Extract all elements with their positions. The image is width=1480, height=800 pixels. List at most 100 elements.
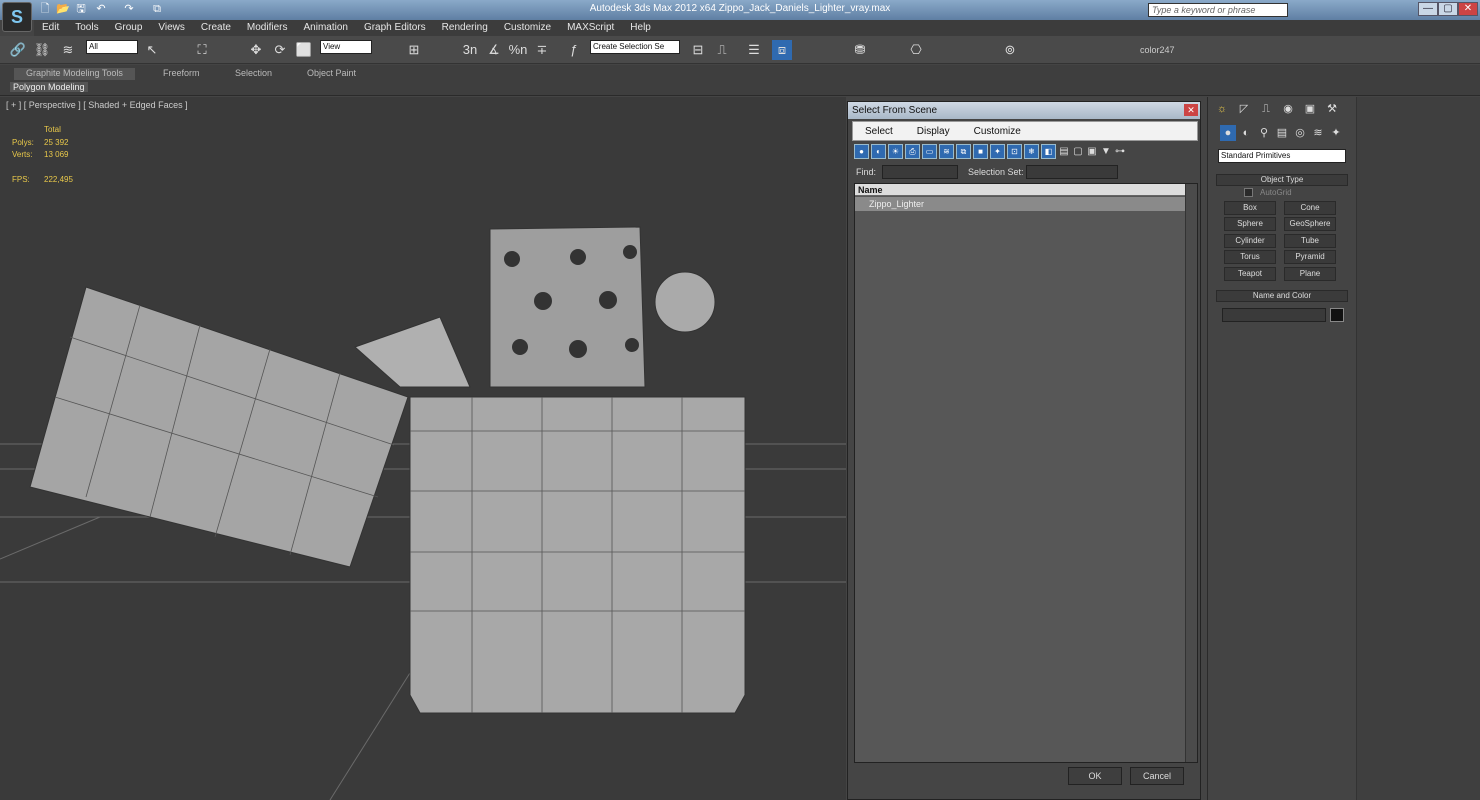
move-icon[interactable]: ✥ — [246, 40, 266, 60]
systems-icon[interactable]: ✦ — [1328, 125, 1344, 141]
display-tab-icon[interactable]: ▣ — [1302, 101, 1318, 117]
perspective-viewport[interactable]: [ + ] [ Perspective ] [ Shaded + Edged F… — [0, 97, 846, 800]
plane-button[interactable]: Plane — [1284, 267, 1336, 281]
project-folder-icon[interactable]: ⧉ — [150, 3, 164, 16]
display-bones-icon[interactable]: ✦ — [990, 144, 1005, 159]
select-object-icon[interactable]: ↖ — [142, 40, 162, 60]
display-geometry-icon[interactable]: ● — [854, 144, 869, 159]
helpers-icon[interactable]: ◎ — [1292, 125, 1308, 141]
select-none-icon[interactable]: ▢ — [1072, 144, 1084, 159]
utilities-tab-icon[interactable]: ⚒ — [1324, 101, 1340, 117]
menu-maxscript[interactable]: MAXScript — [559, 20, 622, 36]
open-file-icon[interactable]: 📂 — [56, 3, 70, 16]
display-helpers-icon[interactable]: ▭ — [922, 144, 937, 159]
dialog-close-icon[interactable]: ✕ — [1184, 104, 1198, 116]
edit-named-selection-icon[interactable]: ƒ — [564, 40, 584, 60]
bind-spacewarp-icon[interactable]: ≋ — [58, 40, 78, 60]
object-type-rollout[interactable]: Object Type — [1216, 174, 1348, 186]
snap-toggle-icon[interactable]: 3n — [460, 40, 480, 60]
tab-object-paint[interactable]: Object Paint — [307, 68, 356, 80]
geometry-icon[interactable]: ● — [1220, 125, 1236, 141]
ribbon-polygon-modeling[interactable]: Polygon Modeling — [10, 82, 88, 92]
ok-button[interactable]: OK — [1068, 767, 1122, 785]
menu-graph-editors[interactable]: Graph Editors — [356, 20, 434, 36]
hierarchy-tab-icon[interactable]: ⎍ — [1258, 101, 1274, 117]
geosphere-button[interactable]: GeoSphere — [1284, 217, 1336, 231]
lights-icon[interactable]: ⚲ — [1256, 125, 1272, 141]
menu-customize[interactable]: Customize — [496, 20, 559, 36]
menu-create[interactable]: Create — [193, 20, 239, 36]
named-selection-set-select[interactable]: Create Selection Se — [590, 40, 680, 54]
tab-freeform[interactable]: Freeform — [163, 68, 200, 80]
torus-button[interactable]: Torus — [1224, 250, 1276, 264]
spinner-snap-icon[interactable]: ∓ — [532, 40, 552, 60]
undo-icon[interactable]: ↶ — [94, 3, 108, 16]
app-logo-button[interactable]: S — [2, 2, 32, 32]
menu-group[interactable]: Group — [107, 20, 151, 36]
align-icon[interactable]: ⎍ — [712, 40, 732, 60]
teapot-button[interactable]: Teapot — [1224, 267, 1276, 281]
close-window-button[interactable]: ✕ — [1458, 2, 1478, 16]
menu-edit[interactable]: Edit — [34, 20, 67, 36]
selection-region-icon[interactable]: ⛶ — [192, 40, 212, 60]
display-containers-icon[interactable]: ⊡ — [1007, 144, 1022, 159]
column-header-name[interactable]: Name — [855, 184, 1185, 196]
cancel-button[interactable]: Cancel — [1130, 767, 1184, 785]
unlink-icon[interactable]: ⛓ — [32, 40, 52, 60]
create-tab-icon[interactable]: ☼ — [1214, 101, 1230, 117]
new-file-icon[interactable]: 🗋 — [38, 3, 52, 16]
sphere-button[interactable]: Sphere — [1224, 217, 1276, 231]
tab-graphite-modeling[interactable]: Graphite Modeling Tools — [14, 68, 135, 80]
scene-object-list[interactable]: Name Zippo_Lighter — [854, 183, 1198, 763]
save-file-icon[interactable]: 🖫 — [74, 3, 88, 16]
cylinder-button[interactable]: Cylinder — [1224, 234, 1276, 248]
maximize-button[interactable]: ▢ — [1438, 2, 1458, 16]
selection-filter-select[interactable]: All — [86, 40, 138, 54]
pivot-icon[interactable]: ⊞ — [404, 40, 424, 60]
find-input[interactable] — [882, 165, 958, 179]
primitive-type-select[interactable]: Standard Primitives — [1218, 149, 1346, 163]
modify-tab-icon[interactable]: ◸ — [1236, 101, 1252, 117]
pyramid-button[interactable]: Pyramid — [1284, 250, 1336, 264]
render-setup-icon[interactable]: ⎔ — [906, 40, 926, 60]
display-spacewarps-icon[interactable]: ≋ — [939, 144, 954, 159]
menu-help[interactable]: Help — [622, 20, 659, 36]
object-color-swatch[interactable] — [1330, 308, 1344, 322]
motion-tab-icon[interactable]: ◉ — [1280, 101, 1296, 117]
display-hidden-icon[interactable]: ◧ — [1041, 144, 1056, 159]
selection-set-select[interactable] — [1026, 165, 1118, 179]
list-scrollbar[interactable] — [1185, 184, 1197, 762]
percent-snap-icon[interactable]: %n — [508, 40, 528, 60]
display-shapes-icon[interactable]: ◐ — [871, 144, 886, 159]
filter-icon[interactable]: ▼ — [1100, 144, 1112, 159]
menu-tools[interactable]: Tools — [67, 20, 106, 36]
name-and-color-rollout[interactable]: Name and Color — [1216, 290, 1348, 302]
hierarchy-icon[interactable]: ⊶ — [1114, 144, 1126, 159]
dialog-menu-select[interactable]: Select — [853, 122, 905, 140]
scale-icon[interactable]: ⬜ — [294, 40, 314, 60]
cone-button[interactable]: Cone — [1284, 201, 1336, 215]
link-icon[interactable]: 🔗 — [8, 40, 28, 60]
graphite-toggle-icon[interactable]: ⧈ — [772, 40, 792, 60]
search-input[interactable]: Type a keyword or phrase — [1148, 3, 1288, 17]
material-editor-icon[interactable]: ⛃ — [850, 40, 870, 60]
tab-selection[interactable]: Selection — [235, 68, 272, 80]
display-xrefs-icon[interactable]: ■ — [973, 144, 988, 159]
box-button[interactable]: Box — [1224, 201, 1276, 215]
display-lights-icon[interactable]: ☀ — [888, 144, 903, 159]
menu-rendering[interactable]: Rendering — [434, 20, 496, 36]
shapes-icon[interactable]: ◐ — [1238, 125, 1254, 141]
mirror-icon[interactable]: ⊟ — [688, 40, 708, 60]
dialog-menu-customize[interactable]: Customize — [962, 122, 1033, 140]
select-invert-icon[interactable]: ▣ — [1086, 144, 1098, 159]
display-frozen-icon[interactable]: ❄ — [1024, 144, 1039, 159]
render-icon[interactable]: ⊚ — [1000, 40, 1020, 60]
display-cameras-icon[interactable]: ⎙ — [905, 144, 920, 159]
redo-icon[interactable]: ↷ — [122, 3, 136, 16]
tube-button[interactable]: Tube — [1284, 234, 1336, 248]
autogrid-checkbox[interactable] — [1244, 188, 1253, 197]
cameras-icon[interactable]: ▤ — [1274, 125, 1290, 141]
menu-modifiers[interactable]: Modifiers — [239, 20, 296, 36]
list-item[interactable]: Zippo_Lighter — [855, 197, 1185, 211]
reference-coordinate-select[interactable]: View — [320, 40, 372, 54]
